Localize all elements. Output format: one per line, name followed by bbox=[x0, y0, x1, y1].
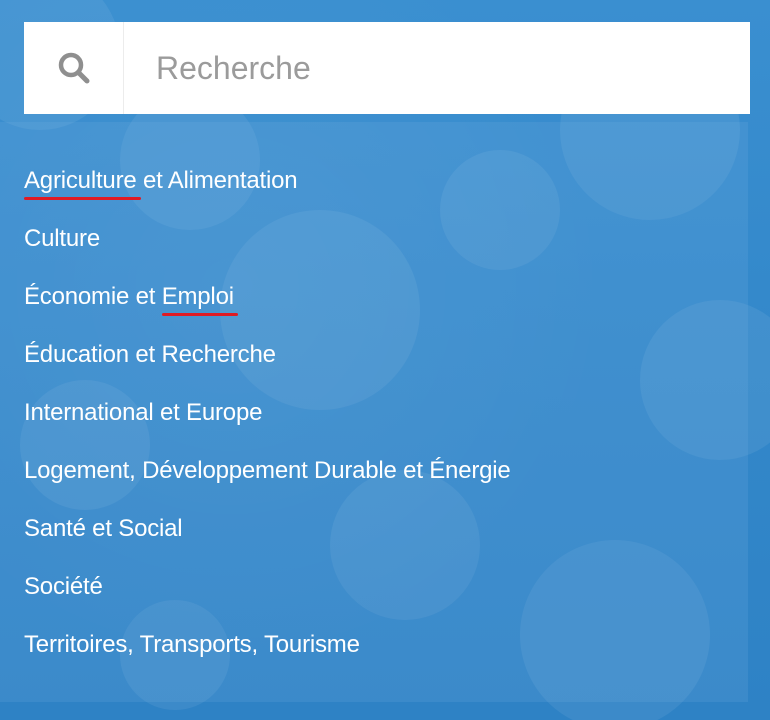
topic-link-culture[interactable]: Culture bbox=[24, 225, 100, 252]
underlined-term: Emploi bbox=[161, 283, 239, 316]
topic-text: International et Europe bbox=[24, 399, 263, 426]
search-icon bbox=[58, 52, 89, 84]
list-item: Territoires, Transports, Tourisme bbox=[24, 630, 511, 688]
topic-text: Logement, Développement Durable et Énerg… bbox=[24, 457, 511, 484]
topic-link-education[interactable]: Éducation et Recherche bbox=[24, 341, 276, 368]
list-item: Santé et Social bbox=[24, 514, 511, 572]
list-item: Économie et Emploi bbox=[24, 282, 511, 340]
topic-link-societe[interactable]: Société bbox=[24, 573, 103, 600]
topic-text: Économie et bbox=[24, 283, 162, 310]
topic-link-sante[interactable]: Santé et Social bbox=[24, 515, 183, 542]
search-button[interactable] bbox=[24, 22, 124, 114]
search-input[interactable] bbox=[124, 22, 750, 114]
list-item: Éducation et Recherche bbox=[24, 340, 511, 398]
topic-text: Éducation et Recherche bbox=[24, 341, 276, 368]
topic-text: Société bbox=[24, 573, 103, 600]
topic-text: Territoires, Transports, Tourisme bbox=[24, 631, 360, 658]
topic-link-logement[interactable]: Logement, Développement Durable et Énerg… bbox=[24, 457, 511, 484]
list-item: Logement, Développement Durable et Énerg… bbox=[24, 456, 511, 514]
topic-text: et Alimentation bbox=[136, 167, 298, 194]
list-item: Société bbox=[24, 572, 511, 630]
topic-link-international[interactable]: International et Europe bbox=[24, 399, 262, 426]
topic-text: Culture bbox=[24, 225, 100, 252]
search-bar bbox=[24, 22, 750, 114]
topic-text: Santé et Social bbox=[24, 515, 183, 542]
topic-link-agriculture[interactable]: Agriculture et Alimentation bbox=[24, 167, 298, 200]
list-item: International et Europe bbox=[24, 398, 511, 456]
topics-panel: Agriculture et Alimentation Culture Écon… bbox=[0, 122, 748, 702]
underlined-term: Agriculture bbox=[24, 167, 141, 200]
topics-list: Agriculture et Alimentation Culture Écon… bbox=[24, 166, 511, 688]
topic-link-economie[interactable]: Économie et Emploi bbox=[24, 283, 239, 316]
list-item: Agriculture et Alimentation bbox=[24, 166, 511, 224]
topic-link-territoires[interactable]: Territoires, Transports, Tourisme bbox=[24, 631, 360, 658]
list-item: Culture bbox=[24, 224, 511, 282]
